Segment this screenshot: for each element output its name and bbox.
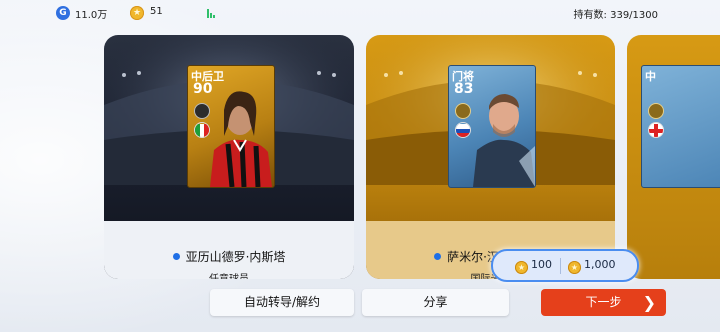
player-name: 亚历山德罗·内斯塔 [185, 250, 286, 264]
coin-icon: ★ [515, 261, 528, 274]
gp-icon: G [56, 6, 70, 20]
coin-icon: ★ [130, 6, 144, 20]
name-dot-icon [172, 253, 180, 260]
player-card[interactable]: 门将 83 [448, 65, 536, 188]
rating-value: 90 [193, 81, 213, 97]
top-bar: G 11.0万 ★ 51 持有数: 339/1300 [0, 0, 720, 28]
coin-icon: ★ [568, 261, 581, 274]
price-popup[interactable]: ★ 100 ★ 1,000 [491, 249, 639, 282]
signal-icon [207, 8, 219, 18]
club-badge-icon [648, 103, 664, 119]
player-name-row: 亚历山德罗·内斯塔 [104, 248, 354, 264]
club-badge-icon [455, 103, 471, 119]
next-button[interactable]: 下一步 ❯ [541, 289, 666, 316]
player-slot-1[interactable]: 中后卫 90 亚历山德罗·内斯塔 任意球员 [104, 35, 354, 279]
player-slot-3[interactable]: 中 [627, 35, 720, 279]
price-value: 1,000 [584, 258, 616, 271]
price-value: 100 [531, 258, 552, 271]
flag-icon [455, 122, 471, 138]
price-option-100[interactable]: ★ 100 [515, 258, 552, 274]
club-badge-icon [194, 103, 210, 119]
flag-icon [648, 122, 664, 138]
auto-convert-button[interactable]: 自动转导/解约 [210, 289, 354, 316]
share-button[interactable]: 分享 [362, 289, 509, 316]
coin-value: 51 [150, 6, 163, 17]
player-slot-2[interactable]: 门将 83 萨米尔·汉达诺维奇 国际米兰 [366, 35, 615, 279]
next-label: 下一步 [585, 295, 622, 309]
flag-icon [194, 122, 210, 138]
position-label: 中 [645, 70, 656, 83]
player-sublabel: 任意球员 [104, 270, 354, 279]
player-card[interactable]: 中后卫 90 [187, 65, 275, 188]
rating-value: 83 [454, 81, 474, 97]
price-divider [560, 258, 561, 274]
price-option-1000[interactable]: ★ 1,000 [568, 258, 616, 274]
name-dot-icon [434, 253, 442, 260]
chevron-right-icon: ❯ [642, 293, 656, 312]
player-card[interactable]: 中 [641, 65, 720, 188]
gp-value: 11.0万 [75, 10, 108, 21]
owned-count: 持有数: 339/1300 [573, 10, 658, 21]
